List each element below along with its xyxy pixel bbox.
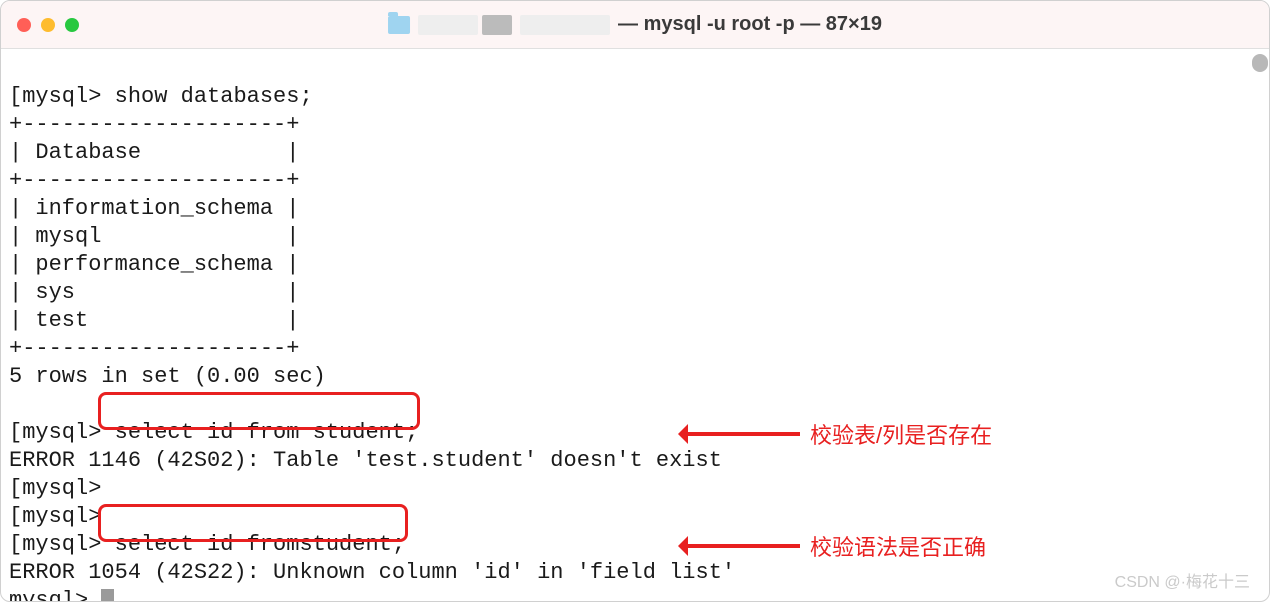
redacted-text bbox=[520, 15, 610, 35]
title-suffix: — mysql -u root -p — 87×19 bbox=[618, 13, 882, 36]
redacted-text bbox=[482, 15, 512, 35]
window-title: — mysql -u root -p — 87×19 bbox=[388, 13, 882, 36]
titlebar: — mysql -u root -p — 87×19 bbox=[1, 1, 1269, 49]
terminal-body[interactable]: [mysql> show databases; +---------------… bbox=[1, 49, 1269, 601]
scrollbar-thumb[interactable] bbox=[1252, 54, 1268, 72]
folder-icon bbox=[388, 16, 410, 34]
terminal-output: [mysql> show databases; +---------------… bbox=[9, 83, 1261, 601]
cursor bbox=[101, 589, 114, 601]
terminal-window: — mysql -u root -p — 87×19 [mysql> show … bbox=[0, 0, 1270, 602]
close-button[interactable] bbox=[17, 18, 31, 32]
minimize-button[interactable] bbox=[41, 18, 55, 32]
traffic-lights bbox=[17, 18, 79, 32]
maximize-button[interactable] bbox=[65, 18, 79, 32]
redacted-text bbox=[418, 15, 478, 35]
